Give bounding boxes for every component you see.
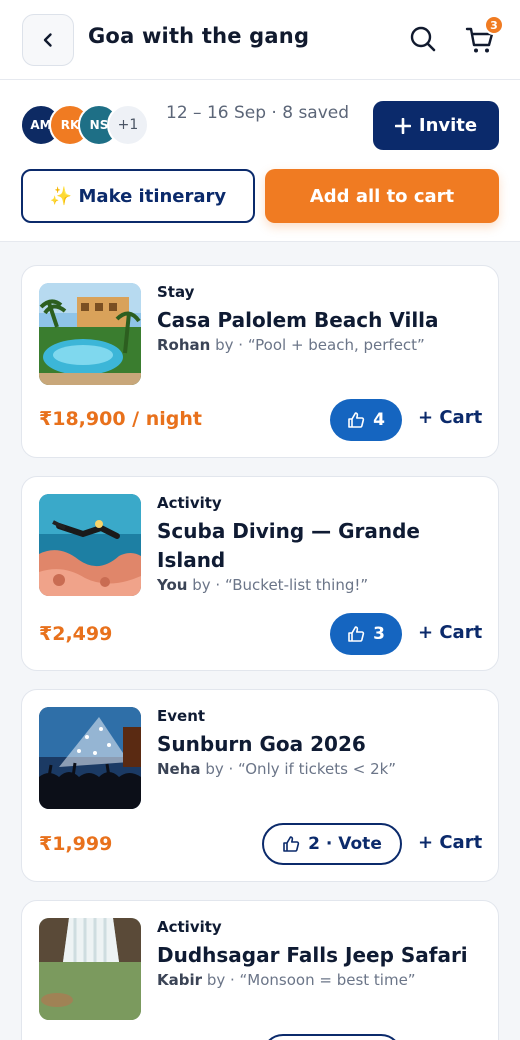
thumbs-up-icon [348, 412, 365, 428]
add-to-cart-button[interactable]: + Cart [418, 407, 482, 428]
plus-icon [394, 117, 411, 134]
vote-count: 3 [373, 624, 385, 644]
search-button[interactable] [408, 24, 438, 54]
item-card[interactable]: Activity Dudhsagar Falls Jeep Safari Kab… [21, 900, 499, 1040]
added-by-comment: by · “Monsoon = best time” [206, 971, 416, 989]
cart-count-badge: 3 [484, 15, 504, 35]
item-name[interactable]: Scuba Diving — Grande Island [157, 517, 477, 575]
scuba-diving-image [39, 494, 141, 596]
waterfall-image [39, 918, 141, 1020]
make-itinerary-button[interactable]: ✨ Make itinerary [21, 169, 255, 223]
added-by-name: Rohan [157, 336, 211, 354]
festival-crowd-image [39, 707, 141, 809]
add-to-cart-button[interactable]: + Cart [418, 622, 482, 643]
item-name[interactable]: Sunburn Goa 2026 [157, 730, 477, 759]
vote-button[interactable] [262, 1034, 402, 1040]
search-icon [410, 26, 436, 52]
item-price: ₹2,499 [39, 623, 113, 645]
back-button[interactable] [22, 14, 74, 66]
invite-button[interactable]: Invite [373, 101, 499, 150]
villa-pool-image [39, 283, 141, 385]
added-by-comment: by · “Pool + beach, perfect” [215, 336, 425, 354]
item-category: Activity [157, 494, 222, 512]
item-added-by: Rohan by · “Pool + beach, perfect” [157, 336, 425, 354]
item-price: ₹1,999 [39, 833, 113, 855]
group-bar: AM RK NS +1 12 – 16 Sep · 8 saved Invite… [0, 80, 520, 242]
item-category: Activity [157, 918, 222, 936]
add-all-to-cart-button[interactable]: Add all to cart [265, 169, 499, 223]
chevron-left-icon [43, 33, 52, 47]
added-by-comment: by · “Bucket-list thing!” [192, 576, 369, 594]
add-to-cart-button[interactable]: + Cart [418, 832, 482, 853]
invite-label: Invite [418, 115, 478, 136]
added-by-name: You [157, 576, 188, 594]
item-added-by: Neha by · “Only if tickets < 2k” [157, 760, 396, 778]
vote-button[interactable]: 3 [330, 613, 402, 655]
app-header: Goa with the gang 3 [0, 0, 520, 80]
thumbs-up-icon [283, 836, 300, 852]
item-card[interactable]: Stay Casa Palolem Beach Villa Rohan by ·… [21, 265, 499, 458]
item-price: ₹18,900 / night [39, 408, 202, 430]
page-title: Goa with the gang [88, 24, 310, 48]
item-added-by: Kabir by · “Monsoon = best time” [157, 971, 416, 989]
added-by-name: Kabir [157, 971, 203, 989]
item-added-by: You by · “Bucket-list thing!” [157, 576, 368, 594]
added-by-name: Neha [157, 760, 201, 778]
vote-count: 4 [373, 410, 385, 430]
more-members-avatar[interactable]: +1 [107, 104, 149, 146]
item-name[interactable]: Dudhsagar Falls Jeep Safari [157, 941, 477, 970]
item-name[interactable]: Casa Palolem Beach Villa [157, 306, 477, 335]
item-category: Stay [157, 283, 195, 301]
item-category: Event [157, 707, 206, 725]
item-card[interactable]: Event Sunburn Goa 2026 Neha by · “Only i… [21, 689, 499, 882]
vote-count: 2 · Vote [308, 834, 382, 854]
thumbs-up-icon [348, 626, 365, 642]
vote-button[interactable]: 2 · Vote [262, 823, 402, 865]
added-by-comment: by · “Only if tickets < 2k” [205, 760, 397, 778]
trip-info: 12 – 16 Sep · 8 saved [166, 103, 350, 123]
vote-button[interactable]: 4 [330, 399, 402, 441]
item-card[interactable]: Activity Scuba Diving — Grande Island Yo… [21, 476, 499, 671]
